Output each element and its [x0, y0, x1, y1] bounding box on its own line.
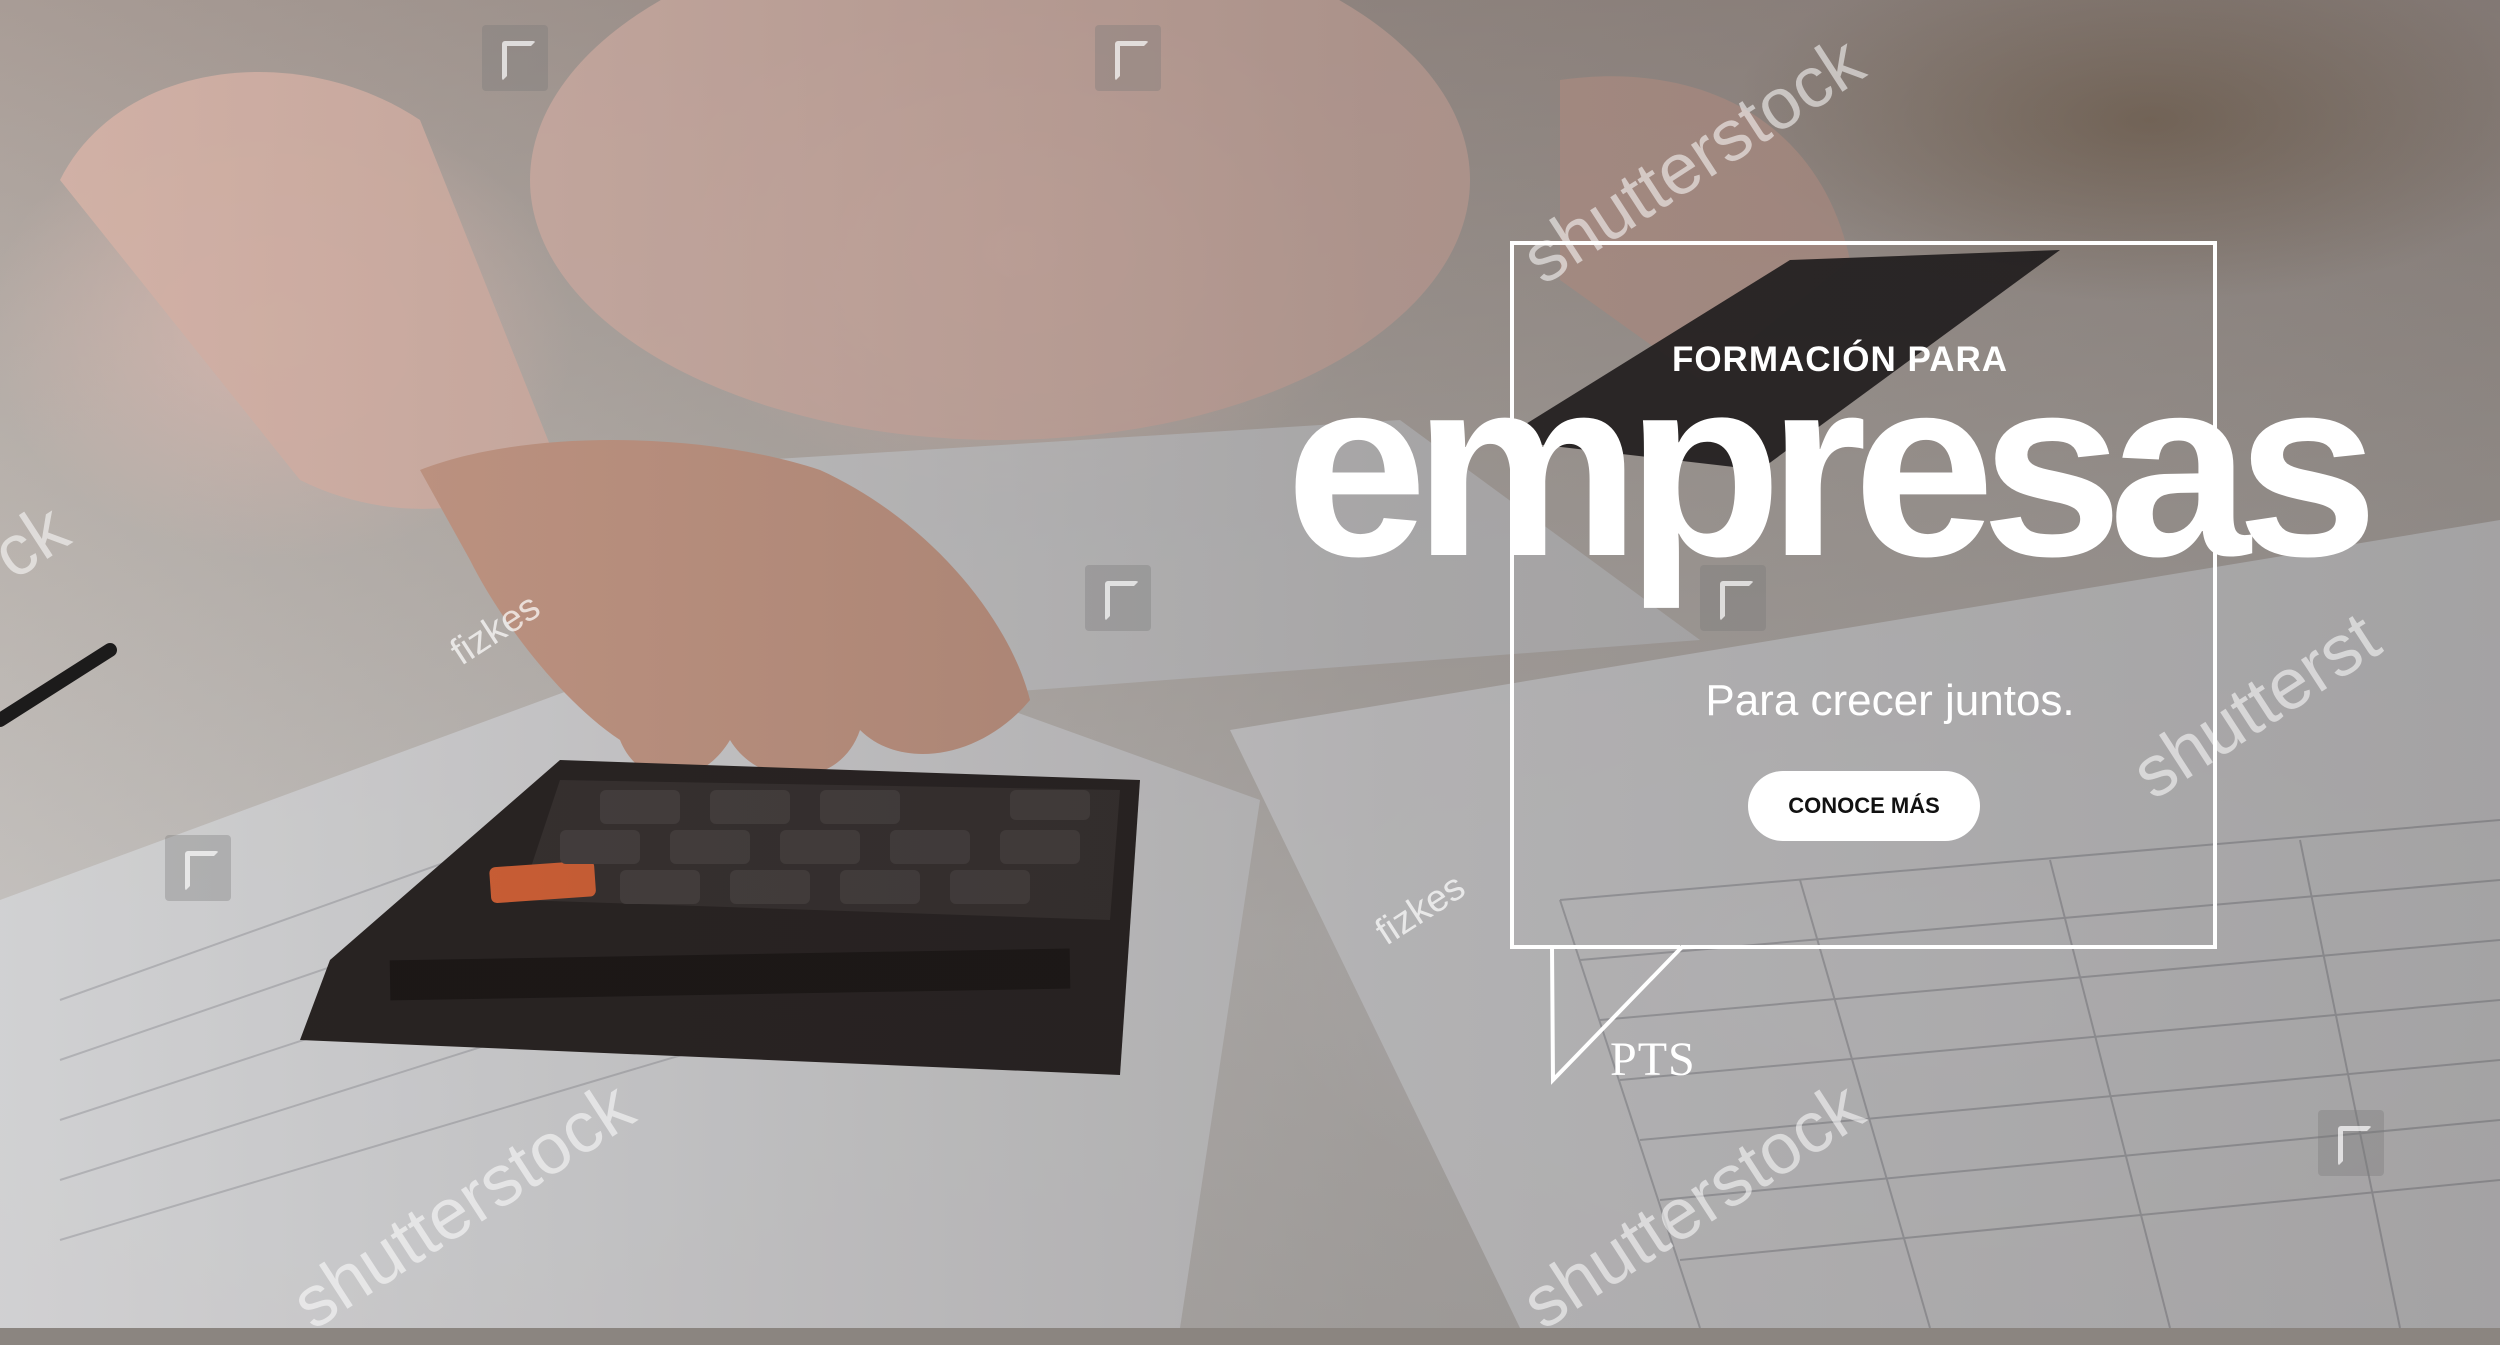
- watermark-logo-icon: [2318, 1110, 2384, 1176]
- speech-bubble-frame: [1510, 241, 2217, 1085]
- watermark-logo-icon: [482, 25, 548, 91]
- watermark-logo-icon: [1095, 25, 1161, 91]
- banner-tagline: Para crecer juntos.: [1705, 676, 2075, 725]
- banner-headline: empresas: [1285, 325, 2379, 610]
- conoce-mas-button[interactable]: CONOCE MÁS: [1748, 771, 1980, 841]
- watermark-logo-icon: [1085, 565, 1151, 631]
- watermark-logo-icon: [165, 835, 231, 901]
- pts-logo: PTS: [1610, 1033, 1696, 1086]
